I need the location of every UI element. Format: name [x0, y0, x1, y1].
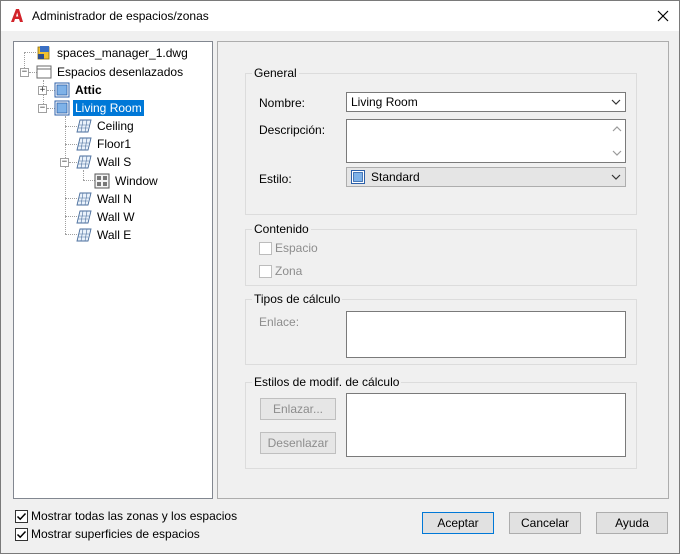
properties-panel: General Nombre: Living Room Descripción:… — [217, 41, 669, 499]
calc-styles-group: Estilos de modif. de cálculo Enlazar... … — [245, 375, 637, 469]
show-surfaces-row[interactable]: Mostrar superficies de espacios — [15, 527, 200, 541]
zone-icon — [54, 82, 70, 97]
style-label: Estilo: — [259, 172, 292, 186]
collapse-unlinked-toggle[interactable]: − — [20, 68, 29, 77]
calc-types-list[interactable] — [346, 311, 626, 358]
tree-item-ceiling[interactable]: Ceiling — [76, 117, 136, 134]
tree-item-wall-n[interactable]: Wall N — [76, 190, 134, 207]
tree-item-drawing[interactable]: spaces_manager_1.dwg — [36, 44, 190, 61]
surface-icon — [76, 210, 92, 223]
title-bar: Administrador de espacios/zonas — [1, 1, 679, 31]
zone-icon — [54, 100, 70, 115]
tree-item-window[interactable]: Window — [94, 172, 160, 189]
space-checkbox-label: Espacio — [275, 241, 318, 255]
general-group: General Nombre: Living Room Descripción:… — [245, 66, 637, 215]
calc-types-group-title: Tipos de cálculo — [252, 292, 343, 306]
zone-checkbox[interactable] — [259, 264, 272, 278]
collapse-wall-s-toggle[interactable]: − — [60, 158, 69, 167]
description-input[interactable] — [346, 119, 626, 163]
chevron-down-icon — [611, 99, 621, 105]
calc-styles-list[interactable] — [346, 393, 626, 457]
tree-item-wall-s[interactable]: Wall S — [76, 153, 133, 170]
surface-icon — [76, 137, 92, 150]
surface-icon — [76, 155, 92, 168]
cancel-button[interactable]: Cancelar — [509, 512, 581, 534]
unlink-button[interactable]: Desenlazar — [260, 432, 336, 454]
content-group: Contenido Espacio Zona — [245, 222, 637, 286]
autocad-app-icon — [10, 8, 24, 23]
show-all-zones-checkbox[interactable] — [15, 509, 28, 523]
zone-checkbox-label: Zona — [275, 264, 303, 278]
chevron-down-icon — [611, 174, 621, 180]
space-zone-manager-dialog: Administrador de espacios/zonas − + − − — [0, 0, 680, 554]
content-group-title: Contenido — [252, 222, 311, 236]
space-checkbox[interactable] — [259, 241, 272, 255]
drawing-file-icon — [37, 45, 50, 59]
folder-icon — [36, 65, 52, 78]
tree-item-wall-e[interactable]: Wall E — [76, 226, 133, 243]
name-value: Living Room — [351, 95, 418, 109]
close-icon — [657, 10, 669, 22]
opening-icon — [94, 173, 110, 188]
tree-item-unlinked-spaces[interactable]: Espacios desenlazados — [36, 63, 185, 80]
help-button[interactable]: Ayuda — [596, 512, 668, 534]
style-value: Standard — [371, 170, 420, 184]
tree-item-attic[interactable]: Attic — [54, 81, 104, 98]
show-surfaces-checkbox[interactable] — [15, 527, 28, 541]
scroll-down-icon — [612, 150, 622, 156]
surface-icon — [76, 228, 92, 241]
calc-types-group: Tipos de cálculo Enlace: — [245, 292, 637, 365]
style-combobox[interactable]: Standard — [346, 167, 626, 187]
space-checkbox-row[interactable]: Espacio — [259, 241, 318, 255]
checkmark-icon — [16, 530, 27, 538]
calc-styles-group-title: Estilos de modif. de cálculo — [252, 375, 402, 389]
name-combobox[interactable]: Living Room — [346, 92, 626, 112]
space-tree[interactable]: − + − − spaces_manager_1.dwg Espacios de… — [13, 41, 213, 499]
style-icon — [351, 170, 365, 184]
tree-item-floor1[interactable]: Floor1 — [76, 135, 133, 152]
show-surfaces-label: Mostrar superficies de espacios — [31, 527, 200, 541]
show-all-zones-label: Mostrar todas las zonas y los espacios — [31, 509, 238, 523]
expand-attic-toggle[interactable]: + — [38, 86, 47, 95]
scroll-up-icon — [612, 126, 622, 132]
description-label: Descripción: — [259, 123, 326, 137]
close-button[interactable] — [647, 1, 679, 31]
collapse-living-room-toggle[interactable]: − — [38, 104, 47, 113]
surface-icon — [76, 119, 92, 132]
window-title: Administrador de espacios/zonas — [32, 9, 209, 23]
general-group-title: General — [252, 66, 299, 80]
name-label: Nombre: — [259, 96, 306, 110]
tree-item-wall-w[interactable]: Wall W — [76, 208, 137, 225]
accept-button[interactable]: Aceptar — [422, 512, 494, 534]
zone-checkbox-row[interactable]: Zona — [259, 264, 302, 278]
link-label: Enlace: — [259, 315, 300, 329]
link-button[interactable]: Enlazar... — [260, 398, 336, 420]
tree-item-living-room[interactable]: Living Room — [54, 99, 144, 116]
checkmark-icon — [16, 512, 27, 520]
show-all-zones-row[interactable]: Mostrar todas las zonas y los espacios — [15, 509, 237, 523]
description-scrollbar[interactable] — [610, 121, 624, 161]
surface-icon — [76, 192, 92, 205]
